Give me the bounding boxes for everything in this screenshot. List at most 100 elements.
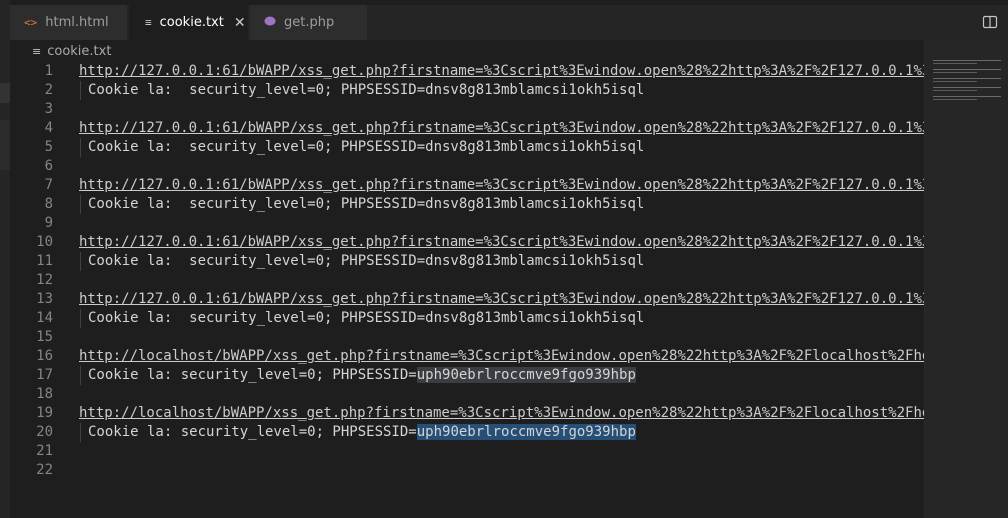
line-text: Cookie la: security_level=0; PHPSESSID=d… — [88, 139, 645, 155]
code-line[interactable]: 20 Cookie la: security_level=0; PHPSESSID… — [10, 423, 924, 442]
line-number: 9 — [44, 215, 53, 231]
code-line[interactable]: 21 — [10, 442, 924, 461]
line-text: Cookie la: security_level=0; PHPSESSID= — [88, 367, 417, 383]
code-text: Cookie la: security_level=0; PHPSESSID=d… — [88, 252, 644, 271]
code-line[interactable]: 12 — [10, 271, 924, 290]
code-line[interactable]: 10 http://127.0.0.1:61/bWAPP/xss_get.php?… — [10, 233, 924, 252]
line-number: 18 — [36, 386, 53, 402]
indent-guide — [80, 81, 81, 100]
match-highlight: uph90ebrlroccmve9fgo939hbp — [416, 367, 636, 383]
code-line[interactable]: 17 Cookie la: security_level=0; PHPSESSID… — [10, 366, 924, 385]
line-number: 8 — [44, 196, 53, 212]
tab-label: get.php — [284, 15, 335, 30]
code-line[interactable]: 1 http://127.0.0.1:61/bWAPP/xss_get.php?f… — [10, 62, 924, 81]
activity-indicator — [0, 120, 10, 170]
line-number: 21 — [36, 443, 53, 459]
line-text: http://127.0.0.1:61/bWAPP/xss_get.php?fi… — [79, 234, 924, 250]
url-link[interactable]: http://localhost/bWAPP/xss_get.php?first… — [79, 404, 924, 423]
minimap-viewport-shade — [925, 40, 1008, 518]
code-text: Cookie la: security_level=0; PHPSESSID=d… — [88, 195, 644, 214]
code-line[interactable]: 15 — [10, 328, 924, 347]
line-text: Cookie la: security_level=0; PHPSESSID=d… — [88, 253, 645, 269]
line-number: 16 — [36, 348, 53, 364]
indent-guide — [80, 138, 81, 157]
code-line[interactable]: 11 Cookie la: security_level=0; PHPSESSID… — [10, 252, 924, 271]
code-text: Cookie la: security_level=0; PHPSESSID=d… — [88, 309, 644, 328]
indent-guide — [80, 423, 81, 442]
line-number: 1 — [44, 63, 53, 79]
code-text: Cookie la: security_level=0; PHPSESSID=u… — [88, 423, 636, 442]
code-line[interactable]: 14 Cookie la: security_level=0; PHPSESSID… — [10, 309, 924, 328]
line-number: 15 — [36, 329, 53, 345]
minimap-line — [933, 96, 1001, 97]
tab-label: html.html — [45, 15, 109, 30]
activity-indicator — [0, 83, 10, 103]
code-line[interactable]: 8 Cookie la: security_level=0; PHPSESSID=… — [10, 195, 924, 214]
line-number: 19 — [36, 405, 53, 421]
minimap-line — [933, 81, 977, 82]
line-number: 14 — [36, 310, 53, 326]
tab-html-html[interactable]: <> html.html — [10, 5, 128, 40]
line-text: Cookie la: security_level=0; PHPSESSID= — [88, 424, 417, 440]
code-line[interactable]: 18 — [10, 385, 924, 404]
line-number: 22 — [36, 462, 53, 478]
line-number: 12 — [36, 272, 53, 288]
text-file-icon: ≡ — [145, 16, 152, 29]
selected-text: uph90ebrlroccmve9fgo939hbp — [416, 424, 636, 440]
tab-get-php[interactable]: get.php — [250, 5, 368, 40]
url-link[interactable]: http://127.0.0.1:61/bWAPP/xss_get.php?fi… — [79, 290, 924, 309]
minimap-line — [933, 60, 1001, 61]
code-line[interactable]: 16 http://localhost/bWAPP/xss_get.php?fir… — [10, 347, 924, 366]
close-icon[interactable]: ✕ — [234, 15, 246, 31]
code-line[interactable]: 7 http://127.0.0.1:61/bWAPP/xss_get.php?f… — [10, 176, 924, 195]
code-line[interactable]: 3 — [10, 100, 924, 119]
line-number: 6 — [44, 158, 53, 174]
line-number: 10 — [36, 234, 53, 250]
breadcrumb-file[interactable]: cookie.txt — [47, 44, 111, 59]
line-number: 4 — [44, 120, 53, 136]
code-editor[interactable]: 1 http://127.0.0.1:61/bWAPP/xss_get.php?f… — [10, 62, 924, 518]
split-editor-icon[interactable] — [982, 14, 998, 30]
line-text: Cookie la: security_level=0; PHPSESSID=d… — [88, 310, 645, 326]
minimap[interactable] — [924, 40, 1008, 518]
indent-guide — [80, 309, 81, 328]
line-number: 2 — [44, 82, 53, 98]
line-number: 5 — [44, 139, 53, 155]
breadcrumb: ≡ cookie.txt — [10, 40, 1008, 62]
code-line[interactable]: 13 http://127.0.0.1:61/bWAPP/xss_get.php?… — [10, 290, 924, 309]
code-line[interactable]: 9 — [10, 214, 924, 233]
url-link[interactable]: http://127.0.0.1:61/bWAPP/xss_get.php?fi… — [79, 119, 924, 138]
url-link[interactable]: http://127.0.0.1:61/bWAPP/xss_get.php?fi… — [79, 62, 924, 81]
line-text: http://localhost/bWAPP/xss_get.php?first… — [79, 405, 924, 421]
editor-tab-bar: <> html.html ≡ cookie.txt ✕ get.php — [10, 5, 1008, 40]
html-file-icon: <> — [24, 16, 38, 29]
url-link[interactable]: http://localhost/bWAPP/xss_get.php?first… — [79, 347, 924, 366]
indent-guide — [80, 195, 81, 214]
minimap-line — [933, 72, 977, 73]
code-text: Cookie la: security_level=0; PHPSESSID=d… — [88, 138, 644, 157]
line-number: 7 — [44, 177, 53, 193]
url-link[interactable]: http://127.0.0.1:61/bWAPP/xss_get.php?fi… — [79, 233, 924, 252]
minimap-line — [933, 90, 977, 91]
code-line[interactable]: 6 — [10, 157, 924, 176]
indent-guide — [80, 252, 81, 271]
tab-cookie-txt[interactable]: ≡ cookie.txt ✕ — [129, 5, 249, 40]
minimap-line — [933, 99, 977, 100]
line-number: 11 — [36, 253, 53, 269]
minimap-line — [933, 78, 1001, 79]
code-line[interactable]: 19 http://localhost/bWAPP/xss_get.php?fir… — [10, 404, 924, 423]
code-line[interactable]: 22 — [10, 461, 924, 480]
url-link[interactable]: http://127.0.0.1:61/bWAPP/xss_get.php?fi… — [79, 176, 924, 195]
line-number: 3 — [44, 101, 53, 117]
code-text: Cookie la: security_level=0; PHPSESSID=d… — [88, 81, 644, 100]
code-line[interactable]: 4 http://127.0.0.1:61/bWAPP/xss_get.php?f… — [10, 119, 924, 138]
php-file-icon — [264, 16, 276, 29]
text-file-icon: ≡ — [32, 44, 42, 58]
line-number: 20 — [36, 424, 53, 440]
code-line[interactable]: 5 Cookie la: security_level=0; PHPSESSID=… — [10, 138, 924, 157]
line-text: http://127.0.0.1:61/bWAPP/xss_get.php?fi… — [79, 177, 924, 193]
code-line[interactable]: 2 Cookie la: security_level=0; PHPSESSID=… — [10, 81, 924, 100]
indent-guide — [80, 366, 81, 385]
line-number: 17 — [36, 367, 53, 383]
code-text: Cookie la: security_level=0; PHPSESSID=u… — [88, 366, 636, 385]
